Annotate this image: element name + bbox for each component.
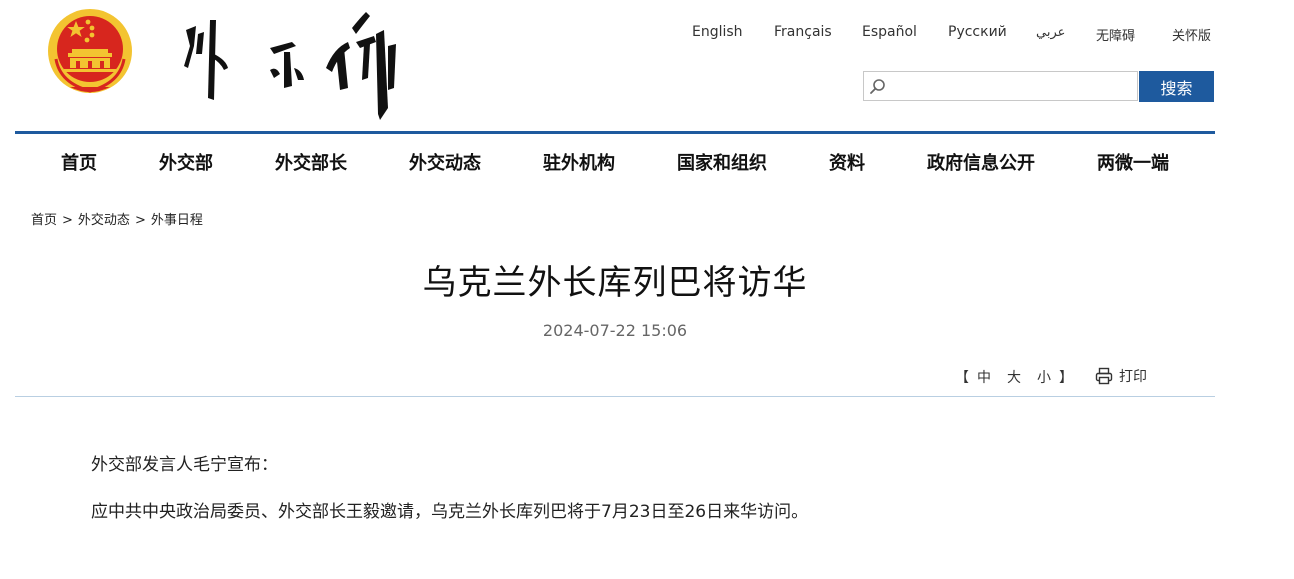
accessibility-link[interactable]: 无障碍 bbox=[1096, 25, 1135, 44]
article-paragraph: 应中共中央政治局委员、外交部长王毅邀请，乌克兰外长库列巴将于7月23日至26日来… bbox=[91, 502, 809, 522]
elderly-care-version-link[interactable]: 关怀版 bbox=[1172, 25, 1211, 44]
font-size-open-bracket: 【 bbox=[955, 370, 969, 386]
nav-item-countries-organizations[interactable]: 国家和组织 bbox=[677, 149, 767, 175]
font-size-selector: 【中大小】 bbox=[955, 367, 1073, 387]
print-button[interactable]: 打印 bbox=[1095, 366, 1147, 386]
article-title: 乌克兰外长库列巴将访华 bbox=[422, 263, 808, 303]
nav-item-weibo-wechat-app[interactable]: 两微一端 bbox=[1097, 149, 1169, 175]
national-emblem-logo bbox=[48, 9, 132, 93]
nav-item-diplomatic-news[interactable]: 外交动态 bbox=[409, 149, 481, 175]
breadcrumb-home[interactable]: 首页 bbox=[31, 213, 57, 228]
print-label: 打印 bbox=[1119, 369, 1147, 385]
font-size-small[interactable]: 小 bbox=[1037, 370, 1051, 386]
font-size-medium[interactable]: 中 bbox=[977, 370, 991, 386]
calligraphy-logo bbox=[184, 12, 396, 120]
breadcrumb-foreign-affairs-schedule[interactable]: 外事日程 bbox=[151, 213, 203, 228]
font-size-close-bracket: 】 bbox=[1059, 370, 1073, 386]
breadcrumb-separator: > bbox=[134, 213, 146, 228]
search-input[interactable] bbox=[892, 73, 1136, 101]
article-paragraph: 外交部发言人毛宁宣布： bbox=[91, 455, 278, 475]
printer-icon bbox=[1095, 367, 1113, 385]
lang-link-french[interactable]: Français bbox=[774, 24, 832, 40]
nav-item-missions-abroad[interactable]: 驻外机构 bbox=[543, 149, 615, 175]
nav-item-ministry[interactable]: 外交部 bbox=[159, 149, 213, 175]
publish-time: 2024-07-22 15:06 bbox=[542, 321, 688, 340]
nav-item-gov-info-disclosure[interactable]: 政府信息公开 bbox=[927, 149, 1035, 175]
search-button[interactable]: 搜索 bbox=[1139, 71, 1214, 102]
nav-item-home[interactable]: 首页 bbox=[61, 149, 97, 175]
search-icon bbox=[870, 79, 885, 94]
content-divider bbox=[15, 396, 1215, 397]
breadcrumb: 首页 > 外交动态 > 外事日程 bbox=[31, 209, 203, 228]
lang-link-russian[interactable]: Русский bbox=[948, 24, 1007, 40]
lang-link-english[interactable]: English bbox=[692, 24, 743, 40]
language-bar: English Français Español Русский عربي 无障… bbox=[670, 24, 1230, 44]
font-size-large[interactable]: 大 bbox=[1007, 370, 1021, 386]
nav-item-resources[interactable]: 资料 bbox=[829, 149, 865, 175]
breadcrumb-diplomatic-news[interactable]: 外交动态 bbox=[78, 213, 130, 228]
main-nav: 首页 外交部 外交部长 外交动态 驻外机构 国家和组织 资料 政府信息公开 两微… bbox=[15, 134, 1215, 186]
lang-link-spanish[interactable]: Español bbox=[862, 24, 917, 40]
lang-link-arabic[interactable]: عربي bbox=[1036, 25, 1065, 40]
nav-item-minister[interactable]: 外交部长 bbox=[275, 149, 347, 175]
breadcrumb-separator: > bbox=[62, 213, 73, 228]
